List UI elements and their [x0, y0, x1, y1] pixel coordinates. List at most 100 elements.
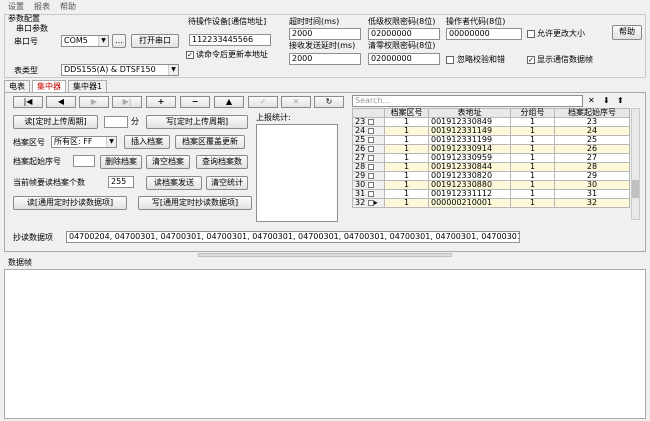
params-title: 参数配置: [8, 14, 40, 23]
read-items-button[interactable]: 读[通用定时抄读数据项]: [13, 196, 127, 210]
row-number: 24: [355, 126, 366, 135]
arrow-up-icon[interactable]: ⬆: [617, 96, 624, 106]
recv-delay-input[interactable]: 2000: [289, 53, 361, 65]
post-record-button[interactable]: ✓: [248, 96, 278, 108]
row-indicator[interactable]: 32 ▸: [352, 198, 385, 208]
area-value: 所有区: FF: [54, 137, 93, 146]
report-stats-textarea[interactable]: [256, 124, 338, 222]
low-pwd-label: 低级权限密码(8位): [368, 17, 436, 26]
refresh-icon: ↻: [325, 97, 333, 106]
last-record-button[interactable]: ▶|: [112, 96, 142, 108]
allow-resize-checkbox[interactable]: [527, 30, 535, 38]
clear-search-icon[interactable]: ✕: [588, 96, 595, 106]
edit-record-button[interactable]: ▲: [214, 96, 244, 108]
cell-group[interactable]: 1: [510, 198, 555, 208]
start-seq-label: 档案起始序号: [13, 157, 61, 166]
clear-pwd-label: 清零权限密码(8位): [368, 41, 436, 50]
device-address-input[interactable]: 112233445566: [189, 34, 271, 46]
plus-icon: +: [157, 97, 165, 106]
open-port-button[interactable]: 打开串口: [131, 34, 179, 48]
current-row-icon: ▸: [373, 198, 378, 207]
row-number: 30: [355, 180, 366, 189]
show-frames-label: 显示通信数据帧: [537, 55, 593, 64]
delete-file-button[interactable]: 删除档案: [100, 155, 142, 169]
search-input[interactable]: Search...: [352, 95, 583, 107]
area-cover-update-button[interactable]: 档案区覆盖更新: [175, 135, 245, 149]
row-checkbox[interactable]: [367, 163, 374, 170]
read-period-button[interactable]: 读[定时上传周期]: [13, 115, 98, 129]
area-label: 档案区号: [13, 138, 45, 147]
start-seq-input[interactable]: [73, 155, 95, 167]
area-select[interactable]: 所有区: FF ▼: [51, 136, 117, 148]
row-checkbox[interactable]: [367, 136, 374, 143]
frame-count-input[interactable]: 255: [108, 176, 134, 188]
allow-resize-label: 允许更改大小: [537, 29, 585, 38]
row-checkbox[interactable]: [367, 145, 374, 152]
read-file-send-button[interactable]: 读档案发送: [146, 176, 202, 190]
cancel-record-button[interactable]: ✕: [281, 96, 311, 108]
row-checkbox[interactable]: [367, 172, 374, 179]
last-icon: ▶|: [122, 97, 132, 106]
write-items-button[interactable]: 写[通用定时抄读数据项]: [138, 196, 252, 210]
frames-label: 数据帧: [8, 258, 32, 267]
show-frames-checkbox[interactable]: ✓: [527, 56, 535, 64]
ignore-check-checkbox[interactable]: [446, 56, 454, 64]
clear-pwd-input[interactable]: 02000000: [368, 53, 440, 65]
cell-address[interactable]: 000000210001: [428, 198, 511, 208]
menu-bar: 设置 报表 帮助: [0, 0, 650, 12]
row-checkbox[interactable]: [367, 190, 374, 197]
frames-textarea[interactable]: [4, 269, 646, 419]
up-triangle-icon: ▲: [225, 97, 233, 106]
refresh-button[interactable]: ↻: [314, 96, 344, 108]
row-checkbox[interactable]: [367, 118, 374, 125]
report-stats-label: 上报统计:: [256, 113, 291, 122]
timeout-input[interactable]: 2000: [289, 28, 361, 40]
arrow-down-icon[interactable]: ⬇: [603, 96, 610, 106]
delete-record-button[interactable]: −: [180, 96, 210, 108]
table-scrollbar[interactable]: [631, 108, 640, 220]
port-browse-button[interactable]: ...: [112, 34, 126, 48]
help-button[interactable]: 帮助: [612, 25, 642, 40]
timeout-label: 超时时间(ms): [289, 17, 340, 26]
row-number: 32: [355, 198, 366, 207]
next-icon: ▶: [90, 97, 98, 106]
cell-area[interactable]: 1: [384, 198, 429, 208]
chevron-down-icon: ▼: [168, 65, 178, 75]
prev-record-button[interactable]: ◀: [46, 96, 76, 108]
row-checkbox[interactable]: [367, 127, 374, 134]
read-update-checkbox[interactable]: ✓: [186, 51, 194, 59]
splitter-handle[interactable]: [198, 253, 452, 257]
prev-icon: ◀: [57, 97, 65, 106]
meter-type-select[interactable]: DDS155(A) & DTSF150 ▼: [61, 64, 179, 76]
port-select[interactable]: COM5 ▼: [61, 35, 109, 47]
file-table: 档案区号 表地址 分组号 档案起始序号 23 1 001912330849 1 23 2…: [352, 108, 630, 208]
low-pwd-input[interactable]: 02000000: [368, 28, 440, 40]
chevron-down-icon: ▼: [106, 137, 116, 147]
meter-type-label: 表类型: [14, 66, 38, 75]
data-items-input[interactable]: 04700204, 04700301, 04700301, 04700301, …: [66, 231, 520, 243]
clear-stats-button[interactable]: 清空统计: [206, 176, 248, 190]
operator-input[interactable]: 00000000: [446, 28, 522, 40]
insert-file-button[interactable]: 插入档案: [124, 135, 170, 149]
first-record-button[interactable]: |◀: [13, 96, 43, 108]
chevron-down-icon: ▼: [98, 36, 108, 46]
row-checkbox[interactable]: [367, 181, 374, 188]
add-record-button[interactable]: +: [146, 96, 176, 108]
first-icon: |◀: [23, 97, 33, 106]
menu-settings[interactable]: 设置: [8, 1, 24, 12]
clear-file-button[interactable]: 清空档案: [146, 155, 190, 169]
cell-start-seq[interactable]: 32: [554, 198, 630, 208]
minus-icon: −: [191, 97, 199, 106]
menu-reports[interactable]: 报表: [34, 1, 50, 12]
menu-help[interactable]: 帮助: [60, 1, 76, 12]
table-row[interactable]: 32 ▸ 1 000000210001 1 32: [352, 198, 630, 208]
port-label: 串口号: [14, 37, 38, 46]
query-file-count-button[interactable]: 查询档案数: [196, 155, 248, 169]
row-checkbox[interactable]: [367, 154, 374, 161]
ignore-check-label: 忽略校验和错: [457, 55, 505, 64]
next-record-button[interactable]: ▶: [79, 96, 109, 108]
write-period-button[interactable]: 写[定时上传周期]: [146, 115, 248, 129]
port-value: COM5: [64, 36, 88, 45]
period-input[interactable]: [104, 116, 128, 128]
table-scroll-thumb[interactable]: [632, 180, 639, 198]
